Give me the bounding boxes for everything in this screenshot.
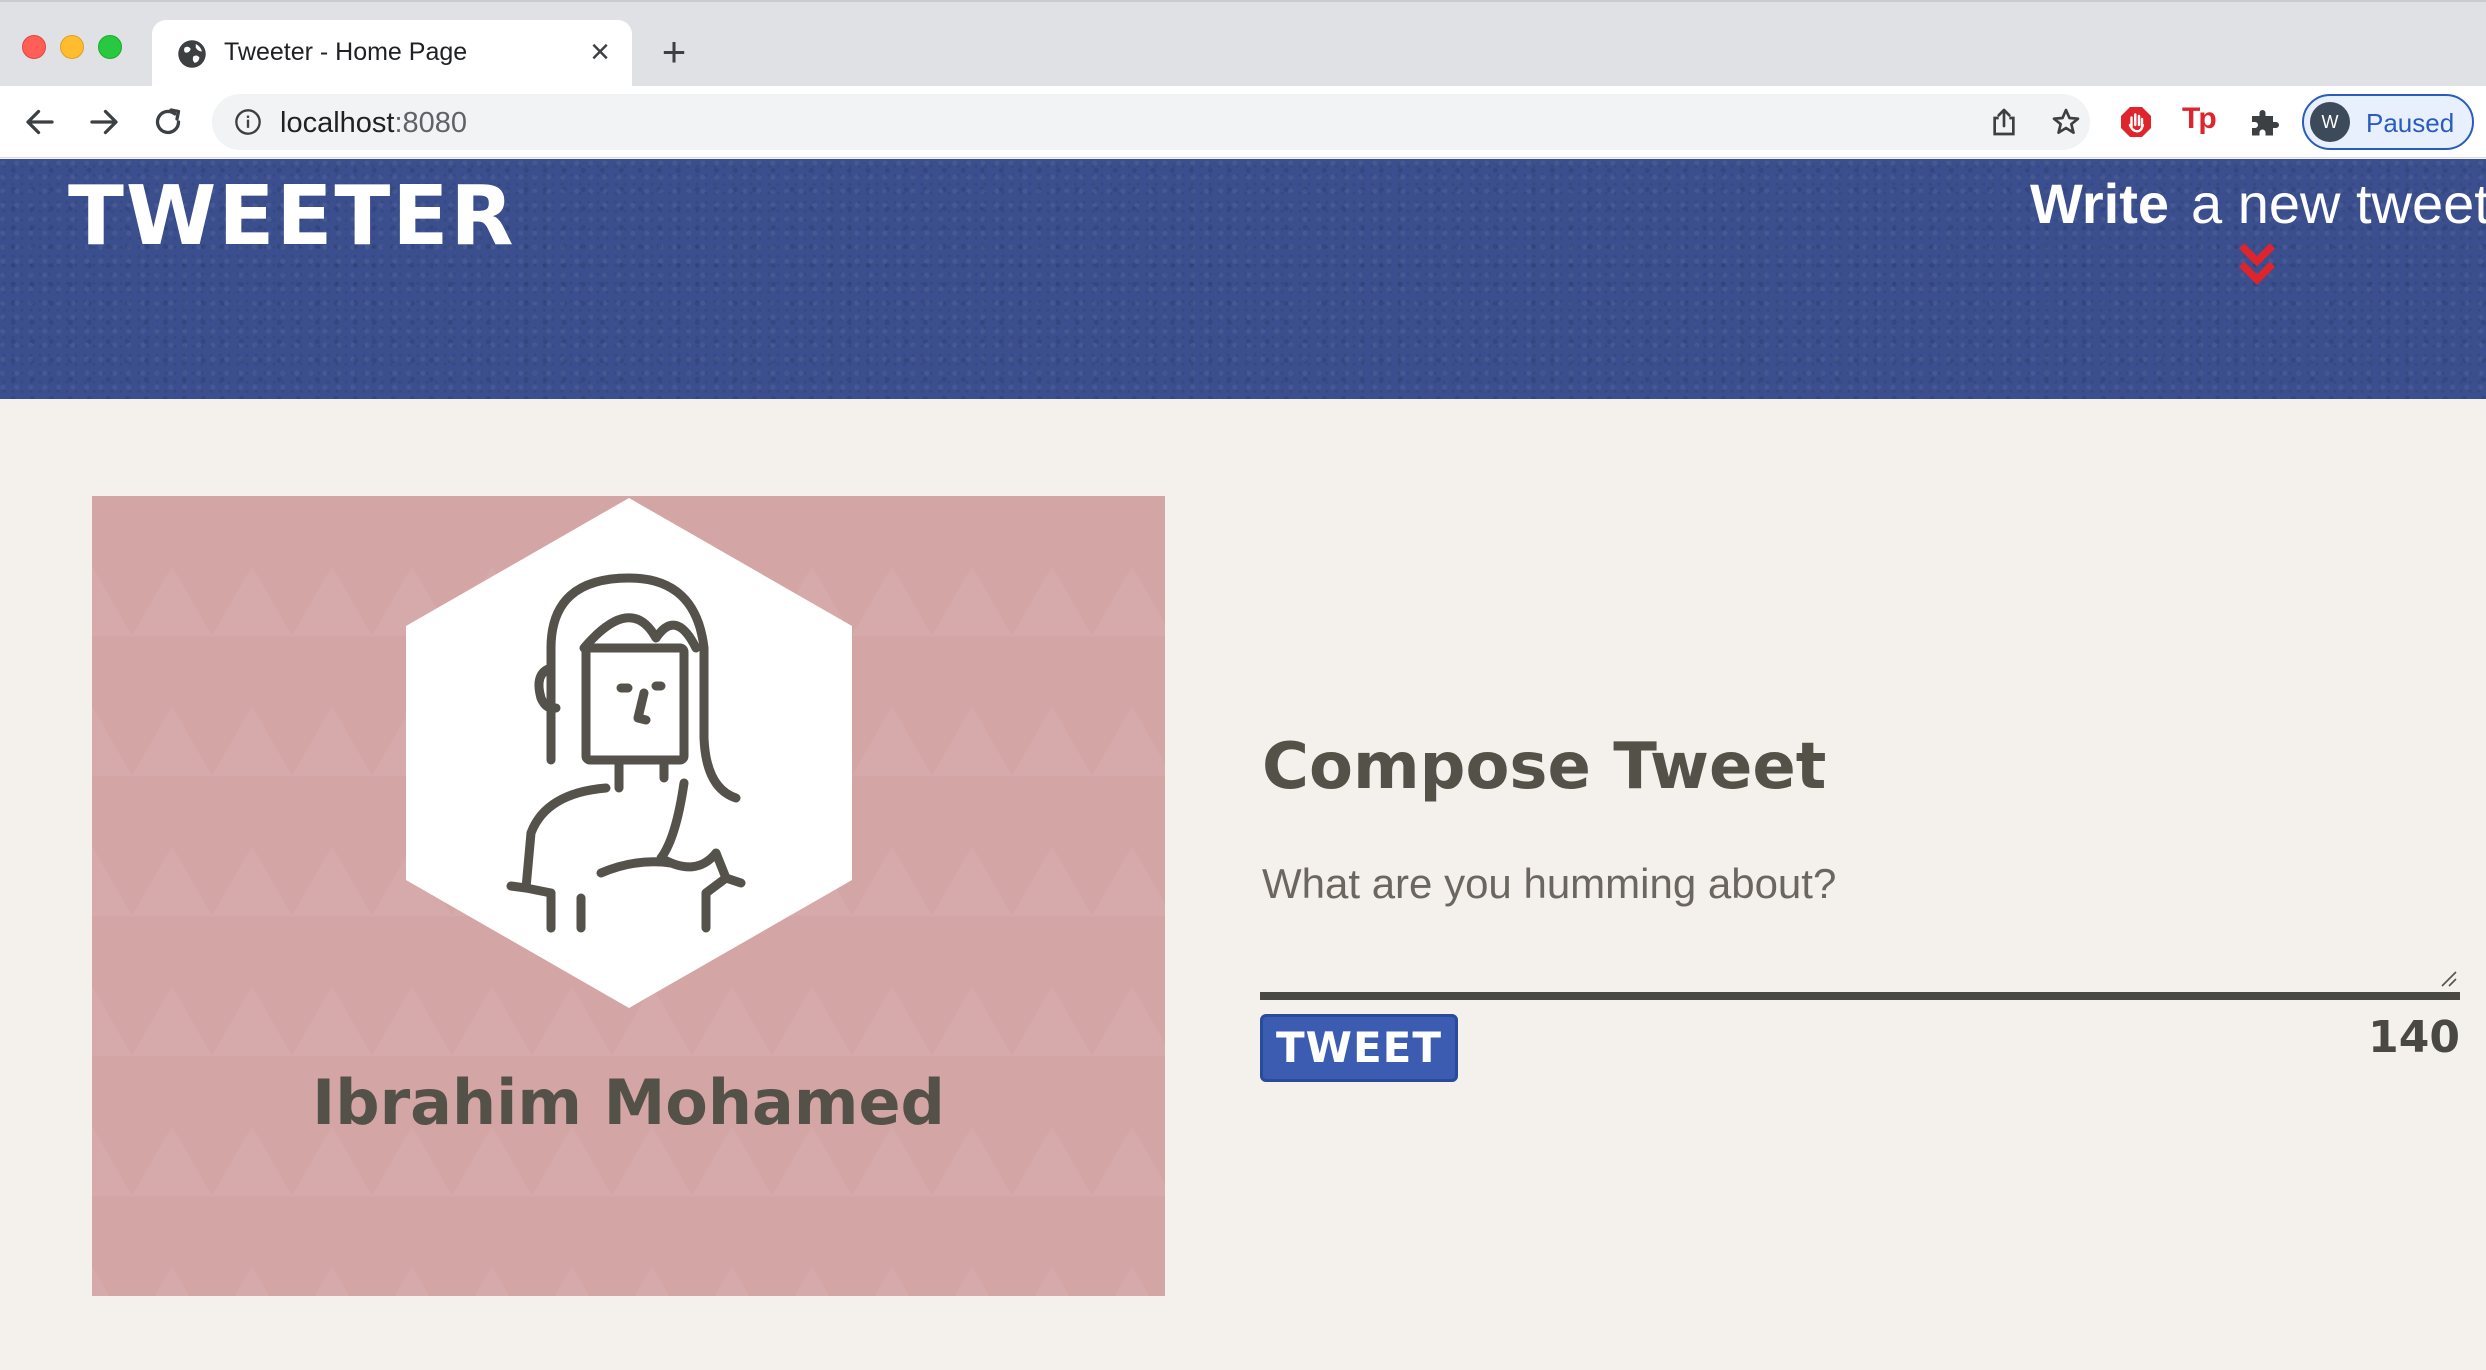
tab-title: Tweeter - Home Page <box>224 38 468 66</box>
new-tab-button[interactable]: + <box>656 31 692 73</box>
character-counter: 140 <box>2368 1012 2460 1063</box>
browser-titlebar: Tweeter - Home Page × + <box>0 0 2486 90</box>
write-label: Write <box>2030 172 2169 235</box>
tweet-text-input[interactable] <box>1262 860 2458 990</box>
input-underline <box>1260 992 2460 1000</box>
adblock-icon[interactable] <box>2118 104 2154 140</box>
page-header: TWEETER Write a new tweet <box>0 159 2486 399</box>
info-icon[interactable] <box>234 108 262 136</box>
browser-tab[interactable]: Tweeter - Home Page × <box>152 20 632 90</box>
maximize-window-button[interactable] <box>98 35 122 59</box>
double-chevron-down-icon[interactable] <box>2238 243 2276 287</box>
resize-handle-icon[interactable] <box>2440 970 2458 988</box>
close-window-button[interactable] <box>22 35 46 59</box>
profile-button[interactable]: W Paused <box>2302 94 2474 150</box>
profile-avatar: W <box>2310 102 2350 142</box>
address-bar[interactable]: localhost:8080 <box>212 94 2090 150</box>
url-text[interactable]: localhost:8080 <box>280 107 467 140</box>
new-tweet-label: a new tweet <box>2191 172 2486 235</box>
reload-icon[interactable] <box>150 104 186 140</box>
back-arrow-icon[interactable] <box>22 104 58 140</box>
share-icon[interactable] <box>1988 106 2020 138</box>
minimize-window-button[interactable] <box>60 35 84 59</box>
site-logo[interactable]: TWEETER <box>68 169 516 264</box>
globe-icon <box>178 40 206 68</box>
browser-toolbar: localhost:8080 Tp W Paused <box>0 86 2486 158</box>
bookmark-star-icon[interactable] <box>2050 106 2082 138</box>
write-new-tweet-toggle[interactable]: Write a new tweet <box>2030 171 2486 236</box>
user-avatar-hexagon <box>406 498 852 1008</box>
forward-arrow-icon[interactable] <box>86 104 122 140</box>
tab-close-icon[interactable]: × <box>584 35 616 69</box>
compose-title: Compose Tweet <box>1262 730 1827 804</box>
tp-extension-icon[interactable]: Tp <box>2182 102 2217 136</box>
tweet-submit-button[interactable]: TWEET <box>1260 1014 1458 1082</box>
user-name: Ibrahim Mohamed <box>312 1066 945 1139</box>
extensions-puzzle-icon[interactable] <box>2246 104 2282 140</box>
profile-status: Paused <box>2366 108 2455 138</box>
user-profile-card: Ibrahim Mohamed <box>92 496 1165 1296</box>
